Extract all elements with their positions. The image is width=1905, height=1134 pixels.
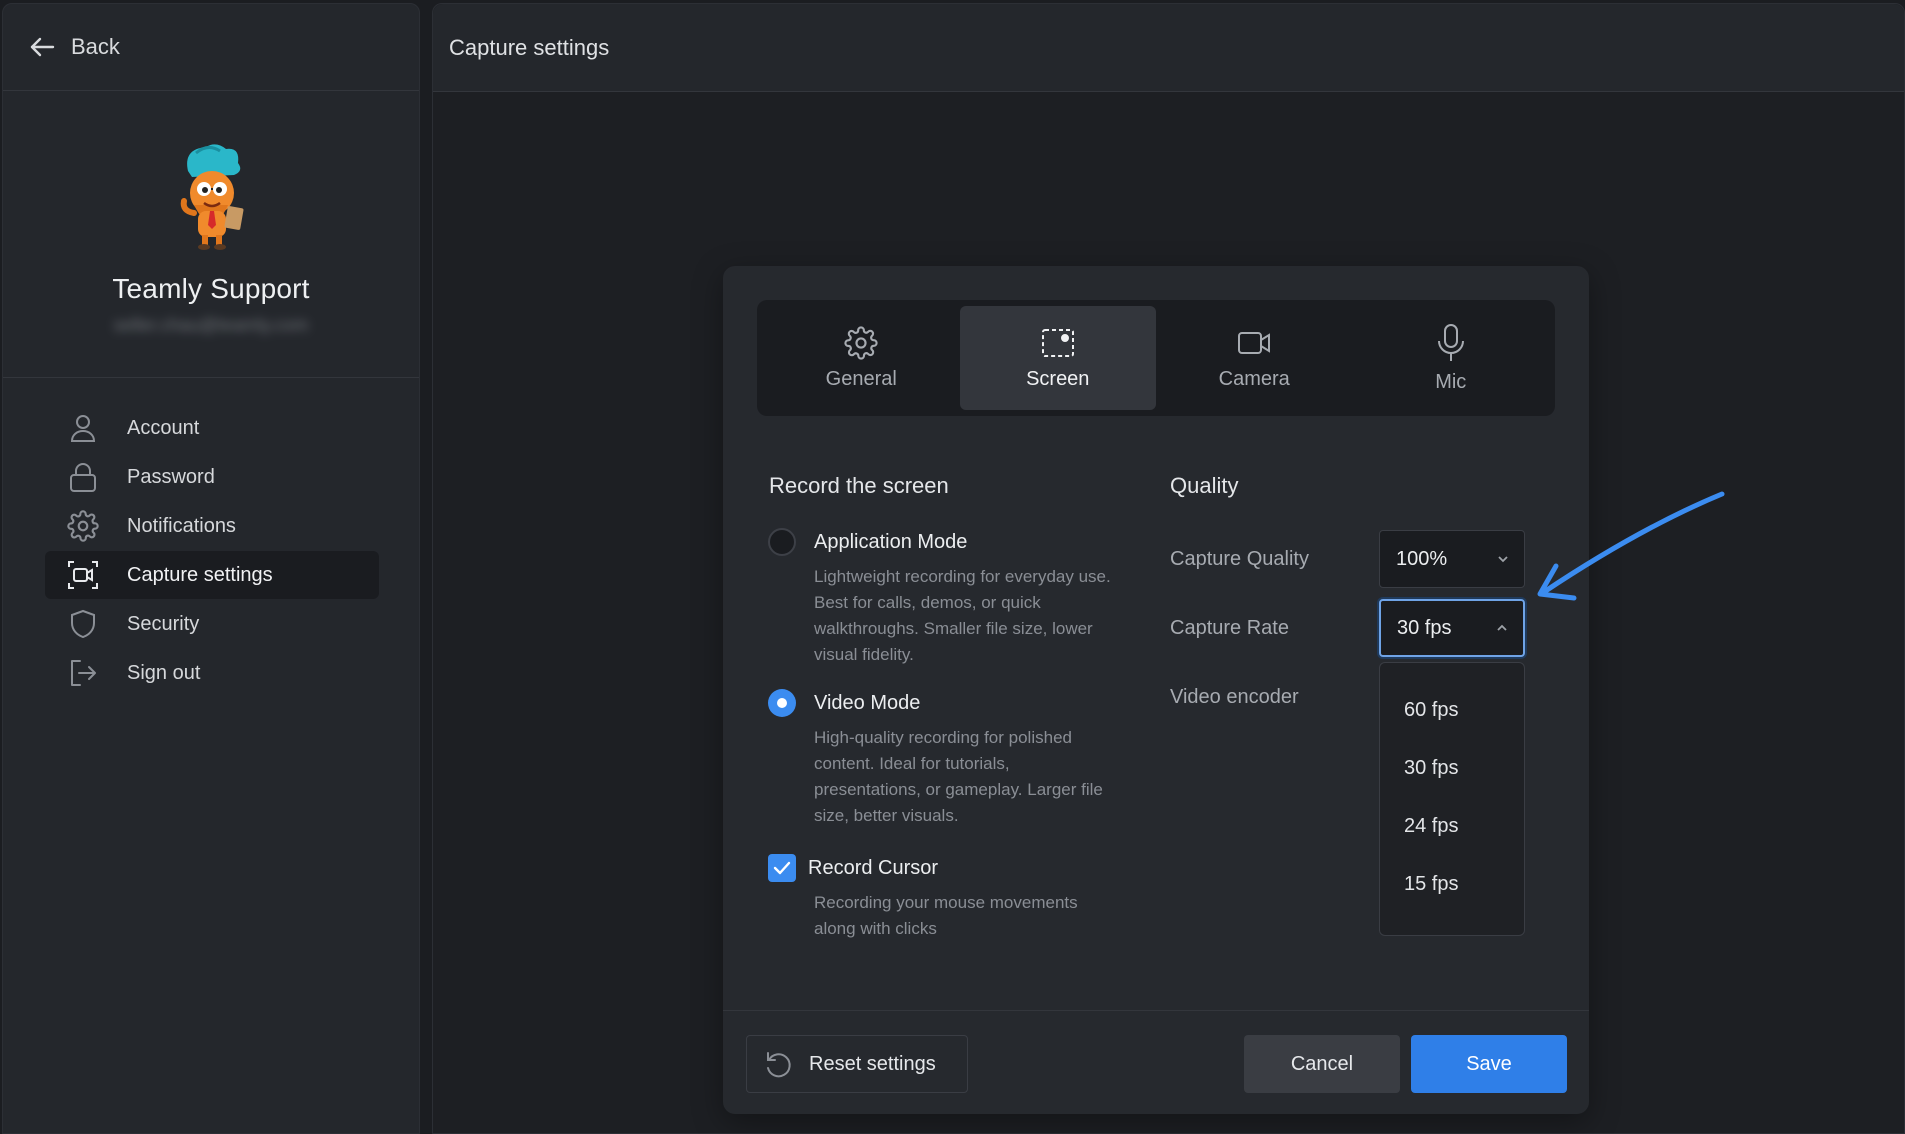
application-mode-description: Lightweight recording for everyday use. …	[814, 564, 1118, 668]
capture-rate-value: 30 fps	[1397, 616, 1452, 639]
record-section-title: Record the screen	[769, 473, 949, 498]
chevron-down-icon	[1496, 552, 1510, 566]
capture-rate-label: Capture Rate	[1170, 617, 1289, 639]
application-mode-option: Application Mode Lightweight recording f…	[768, 526, 1118, 668]
description-line: walkthroughs. Smaller file size, lower	[814, 619, 1093, 638]
chevron-up-icon	[1495, 621, 1509, 635]
profile-email: seller.chau@teamly.com	[113, 315, 309, 335]
avatar	[168, 141, 254, 251]
capture-quality-value: 100%	[1396, 547, 1448, 570]
capture-quality-label: Capture Quality	[1170, 548, 1309, 570]
cancel-button[interactable]: Cancel	[1244, 1035, 1400, 1093]
description-line: High-quality recording for polished	[814, 728, 1072, 747]
back-label: Back	[71, 34, 120, 59]
sidebar-item-password[interactable]: Password	[45, 453, 379, 501]
reset-icon	[763, 1048, 795, 1080]
settings-tabs: General Screen Camera Mic	[757, 300, 1555, 416]
rate-option-15[interactable]: 15 fps	[1380, 855, 1524, 913]
sign-out-icon	[67, 657, 99, 689]
tab-label: Screen	[1026, 367, 1090, 390]
record-cursor-option: Record Cursor Recording your mouse movem…	[768, 852, 1118, 942]
record-cursor-description: Recording your mouse movements along wit…	[814, 890, 1118, 942]
record-cursor-label: Record Cursor	[808, 856, 939, 879]
sidebar: Back Teamly Support seller.chau@teamly.c…	[2, 3, 420, 1134]
description-line: Best for calls, demos, or quick	[814, 593, 1041, 612]
application-mode-radio[interactable]	[768, 528, 796, 556]
capture-icon	[67, 559, 99, 591]
gear-icon	[844, 325, 878, 360]
description-line: along with clicks	[814, 919, 937, 938]
lock-icon	[67, 461, 99, 493]
video-mode-description: High-quality recording for polished cont…	[814, 725, 1118, 829]
tab-label: General	[825, 367, 897, 390]
description-line: presentations, or gameplay. Larger file	[814, 780, 1103, 799]
description-line: content. Ideal for tutorials,	[814, 754, 1010, 773]
check-icon	[773, 861, 791, 875]
save-button[interactable]: Save	[1411, 1035, 1567, 1093]
tab-label: Mic	[1435, 370, 1467, 393]
description-line: Lightweight recording for everyday use.	[814, 567, 1111, 586]
profile-name: Teamly Support	[112, 273, 310, 304]
sidebar-item-notifications[interactable]: Notifications	[45, 502, 379, 550]
arrow-left-icon	[29, 36, 55, 58]
sidebar-item-label: Notifications	[127, 514, 236, 537]
camera-icon	[1237, 326, 1271, 360]
sidebar-item-label: Capture settings	[127, 563, 273, 586]
rate-option-30[interactable]: 30 fps	[1380, 739, 1524, 797]
back-button[interactable]: Back	[3, 4, 419, 91]
rate-option-24[interactable]: 24 fps	[1380, 797, 1524, 855]
video-mode-radio[interactable]	[768, 689, 796, 717]
video-mode-label: Video Mode	[814, 691, 921, 714]
screen-select-icon	[1041, 326, 1075, 360]
main-header: Capture settings	[433, 4, 1904, 92]
video-mode-option: Video Mode High-quality recording for po…	[768, 687, 1118, 829]
annotation-arrow-icon	[1537, 491, 1725, 601]
sidebar-item-sign-out[interactable]: Sign out	[45, 649, 379, 697]
dialog-footer: Reset settings Cancel Save	[723, 1010, 1589, 1114]
record-cursor-checkbox[interactable]	[768, 854, 796, 882]
sidebar-nav: Account Password Notifications Capture s…	[3, 378, 419, 697]
shield-icon	[67, 608, 99, 640]
tab-screen[interactable]: Screen	[959, 306, 1156, 410]
video-encoder-label: Video encoder	[1170, 686, 1299, 708]
sidebar-item-capture-settings[interactable]: Capture settings	[45, 551, 379, 599]
description-line: size, better visuals.	[814, 806, 959, 825]
rate-option-60[interactable]: 60 fps	[1380, 681, 1524, 739]
description-line: Recording your mouse movements	[814, 893, 1078, 912]
sidebar-item-label: Account	[127, 416, 200, 439]
sidebar-item-label: Password	[127, 465, 215, 488]
reset-settings-button[interactable]: Reset settings	[746, 1035, 968, 1093]
capture-rate-select[interactable]: 30 fps	[1379, 599, 1525, 657]
tab-general[interactable]: General	[763, 306, 960, 410]
capture-quality-select[interactable]: 100%	[1379, 530, 1525, 588]
page-title: Capture settings	[449, 34, 610, 60]
reset-settings-label: Reset settings	[809, 1052, 936, 1075]
tab-label: Camera	[1218, 367, 1290, 390]
sidebar-item-label: Sign out	[127, 661, 201, 684]
tab-mic[interactable]: Mic	[1353, 306, 1550, 410]
mic-icon	[1434, 323, 1468, 363]
gear-icon	[67, 510, 99, 542]
quality-section-title: Quality	[1170, 473, 1239, 498]
profile-section: Teamly Support seller.chau@teamly.com	[3, 91, 419, 378]
tab-camera[interactable]: Camera	[1156, 306, 1353, 410]
user-icon	[67, 412, 99, 444]
application-mode-label: Application Mode	[814, 530, 968, 553]
description-line: visual fidelity.	[814, 645, 914, 664]
capture-settings-dialog: General Screen Camera Mic Record the scr…	[723, 266, 1589, 1114]
sidebar-item-label: Security	[127, 612, 200, 635]
sidebar-item-account[interactable]: Account	[45, 404, 379, 452]
capture-rate-dropdown: 60 fps 30 fps 24 fps 15 fps	[1379, 662, 1525, 936]
sidebar-item-security[interactable]: Security	[45, 600, 379, 648]
